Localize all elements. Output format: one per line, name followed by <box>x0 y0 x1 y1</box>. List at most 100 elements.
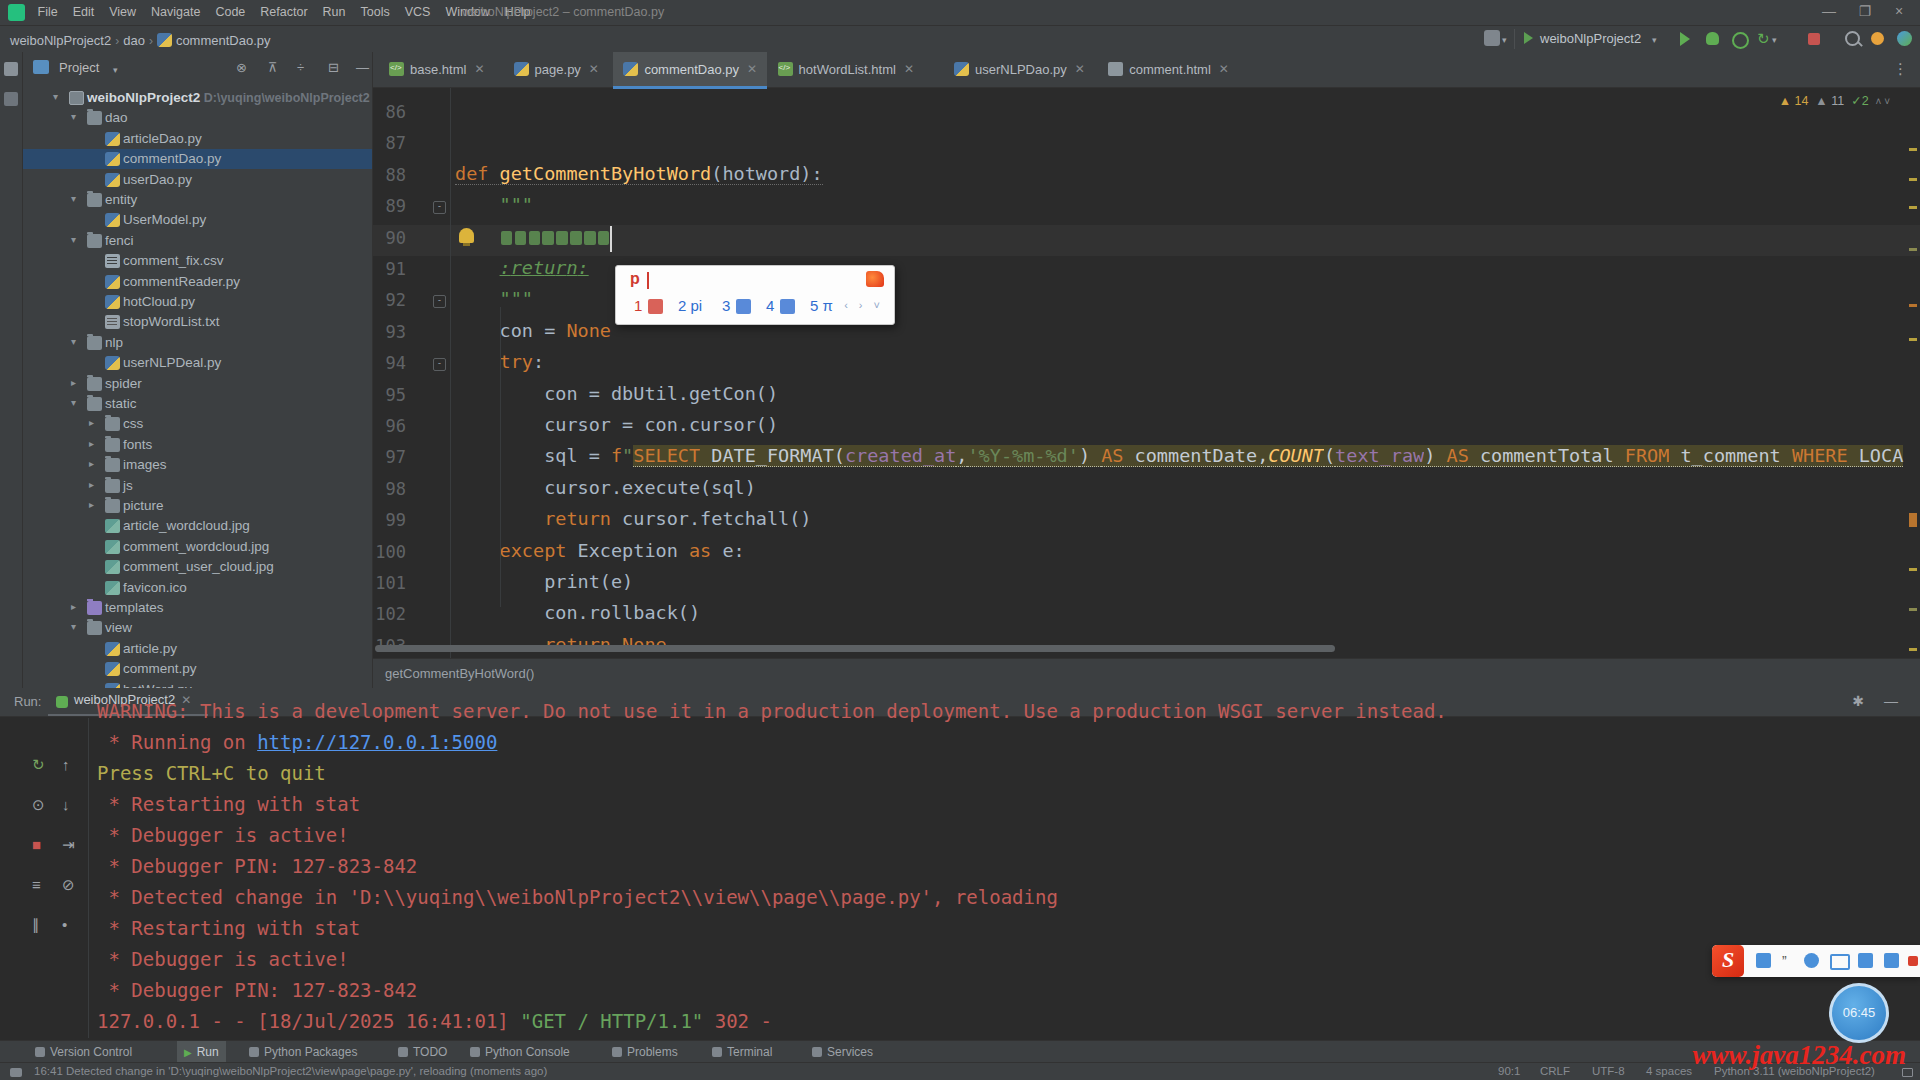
tree-item-weiboNlpProject2[interactable]: ▾weiboNlpProject2 D:\yuqing\weiboNlpProj… <box>23 88 372 108</box>
chevron-open-icon[interactable]: ▾ <box>71 234 76 245</box>
menu-view[interactable]: View <box>102 0 144 25</box>
code-line-90[interactable]: 90 <box>373 225 1920 256</box>
ime-toolbox-icon[interactable] <box>1884 953 1899 968</box>
intention-bulb-icon[interactable] <box>459 228 474 243</box>
editor-tab-userNLPDao.py[interactable]: userNLPDao.py✕ <box>944 52 1095 86</box>
code-line-100[interactable]: 100 except Exception as e: <box>373 539 1920 570</box>
tree-item-comment_user_cloud.jpg[interactable]: comment_user_cloud.jpg <box>23 557 372 577</box>
tree-item-article.py[interactable]: article.py <box>23 639 372 659</box>
console-action2-0[interactable]: ↑ <box>62 756 70 773</box>
tree-item-userNLPDeal.py[interactable]: userNLPDeal.py <box>23 353 372 373</box>
chevron-open-icon[interactable]: ▾ <box>53 91 58 102</box>
console-action2-3[interactable]: ⊘ <box>62 876 75 894</box>
notification-icon[interactable] <box>1871 32 1884 45</box>
code-line-95[interactable]: 95 con = dbUtil.getCon() <box>373 382 1920 413</box>
code-line-86[interactable]: 86 <box>373 99 1920 130</box>
chevron-open-icon[interactable]: ▾ <box>71 193 76 204</box>
breadcrumb-item[interactable]: dao <box>123 33 145 48</box>
chevron-closed-icon[interactable]: ▸ <box>71 601 76 612</box>
console-action2-2[interactable]: ⇥ <box>62 836 75 854</box>
project-stripe-icon[interactable] <box>4 62 18 76</box>
tree-item-entity[interactable]: ▾entity <box>23 190 372 210</box>
tree-item-css[interactable]: ▸css <box>23 414 372 434</box>
chevron-open-icon[interactable]: ▾ <box>71 397 76 408</box>
ime-candidate-5[interactable]: 5 π <box>810 297 833 314</box>
rerun-button[interactable]: ↻ <box>1757 30 1770 48</box>
hide-panel-icon[interactable]: — <box>356 60 369 75</box>
console-output[interactable]: WARNING: This is a development server. D… <box>97 700 1907 1040</box>
menu-refactor[interactable]: Refactor <box>253 0 315 25</box>
ime-lips-icon[interactable] <box>1908 956 1918 966</box>
ime-skin-icon[interactable] <box>1858 953 1873 968</box>
tree-item-UserModel.py[interactable]: UserModel.py <box>23 210 372 230</box>
chevron-open-icon[interactable]: ▾ <box>71 111 76 122</box>
line-ending[interactable]: CRLF <box>1540 1065 1570 1077</box>
tree-item-nlp[interactable]: ▾nlp <box>23 333 372 353</box>
tree-item-articleDao.py[interactable]: articleDao.py <box>23 129 372 149</box>
code-line-97[interactable]: 97 sql = f"SELECT DATE_FORMAT(created_at… <box>373 444 1920 475</box>
user-icon[interactable] <box>1484 30 1500 46</box>
code-line-92[interactable]: 92- """ <box>373 287 1920 318</box>
ime-person-icon[interactable] <box>1804 953 1819 968</box>
tree-item-comment_fix.csv[interactable]: comment_fix.csv <box>23 251 372 271</box>
toolwindow-problems[interactable]: Problems <box>605 1041 685 1063</box>
code-line-88[interactable]: 88def getCommentByHotWord(hotword): <box>373 162 1920 193</box>
locate-file-icon[interactable]: ⊗ <box>236 60 247 75</box>
fold-marker[interactable]: - <box>433 201 446 214</box>
context-function[interactable]: getCommentByHotWord() <box>385 666 534 681</box>
ime-punct-icon[interactable]: ” <box>1782 953 1797 968</box>
console-action2-1[interactable]: ↓ <box>62 796 70 813</box>
stop-button[interactable] <box>1808 33 1820 45</box>
code-line-99[interactable]: 99 return cursor.fetchall() <box>373 507 1920 538</box>
chevron-closed-icon[interactable]: ▸ <box>89 438 94 449</box>
tree-item-favicon.ico[interactable]: favicon.ico <box>23 578 372 598</box>
statusbar-icon[interactable] <box>10 1068 22 1077</box>
code-line-89[interactable]: 89- """ <box>373 193 1920 224</box>
tree-item-fenci[interactable]: ▾fenci <box>23 231 372 251</box>
caret-position[interactable]: 90:1 <box>1498 1065 1520 1077</box>
editor-tab-hotWordList.html[interactable]: hotWordList.html✕ <box>768 52 924 86</box>
console-action-1[interactable]: ⊙ <box>32 796 45 814</box>
ime-candidate-2[interactable]: 2 pi <box>678 297 702 314</box>
menu-file[interactable]: File <box>30 0 65 25</box>
console-action-0[interactable]: ↻ <box>32 756 45 774</box>
toolwindow-todo[interactable]: TODO <box>391 1041 454 1063</box>
tree-item-article_wordcloud.jpg[interactable]: article_wordcloud.jpg <box>23 516 372 536</box>
code-line-98[interactable]: 98 cursor.execute(sql) <box>373 476 1920 507</box>
ime-candidate-4[interactable]: 4 <box>766 297 796 314</box>
tree-item-js[interactable]: ▸js <box>23 476 372 496</box>
tree-item-dao[interactable]: ▾dao <box>23 108 372 128</box>
avatar[interactable] <box>1897 31 1912 46</box>
menu-vcs[interactable]: VCS <box>397 0 438 25</box>
tree-item-hotCloud.py[interactable]: hotCloud.py <box>23 292 372 312</box>
indent-style[interactable]: 4 spaces <box>1646 1065 1692 1077</box>
editor-tab-comment.html[interactable]: comment.html✕ <box>1098 52 1239 86</box>
tree-item-commentReader.py[interactable]: commentReader.py <box>23 272 372 292</box>
run-button[interactable] <box>1680 32 1690 46</box>
menu-run[interactable]: Run <box>315 0 353 25</box>
expand-icon[interactable]: ⊼ <box>268 60 278 75</box>
tree-item-view[interactable]: ▾view <box>23 618 372 638</box>
console-action-4[interactable]: ∥ <box>32 916 40 934</box>
chevron-open-icon[interactable]: ▾ <box>71 621 76 632</box>
close-tab-icon[interactable]: ✕ <box>747 62 757 76</box>
editor-tab-base.html[interactable]: base.html✕ <box>379 52 494 86</box>
menu-edit[interactable]: Edit <box>65 0 102 25</box>
chevron-closed-icon[interactable]: ▸ <box>89 417 94 428</box>
ime-lang-icon[interactable] <box>1756 953 1771 968</box>
tree-item-comment.py[interactable]: comment.py <box>23 659 372 679</box>
close-button[interactable]: × <box>1884 0 1914 23</box>
tree-item-hotWord.py[interactable]: hotWord.py <box>23 680 372 688</box>
encoding[interactable]: UTF-8 <box>1592 1065 1625 1077</box>
settings-icon[interactable]: ⊟ <box>328 60 339 75</box>
ime-nav-arrows[interactable]: ‹ › ˅ <box>844 299 884 311</box>
tab-options-icon[interactable]: ⋮ <box>1893 60 1908 78</box>
toolwindow-version-control[interactable]: Version Control <box>28 1041 139 1063</box>
toolwindow-run[interactable]: ▶Run <box>177 1041 226 1063</box>
menu-tools[interactable]: Tools <box>353 0 397 25</box>
code-line-94[interactable]: 94- try: <box>373 350 1920 381</box>
ime-candidate-3[interactable]: 3 <box>722 297 752 314</box>
tree-item-commentDao.py[interactable]: commentDao.py <box>23 149 372 169</box>
chevron-open-icon[interactable]: ▾ <box>71 336 76 347</box>
code-line-101[interactable]: 101 print(e) <box>373 570 1920 601</box>
